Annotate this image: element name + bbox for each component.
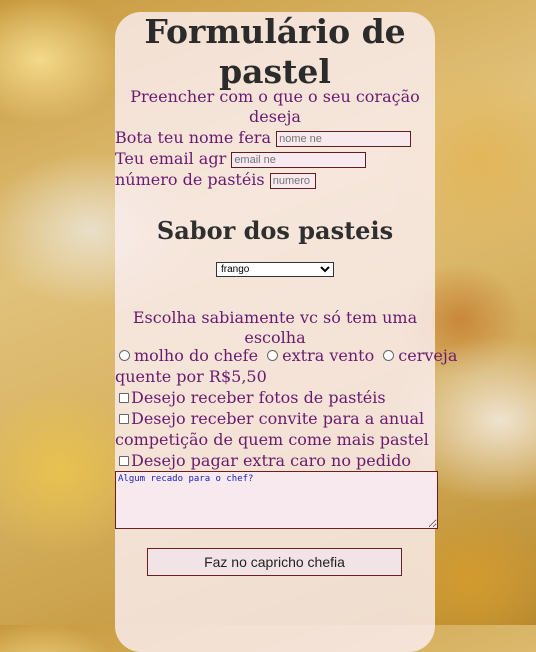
submit-button[interactable]: Faz no capricho chefia [147,548,402,576]
radio-label-1: molho do chefe [134,346,259,365]
count-row: número de pastéis [115,170,316,190]
name-input[interactable] [276,130,412,147]
email-row: Teu email agr [115,149,367,169]
checkbox-label-fotos: Desejo receber fotos de pastéis [131,388,386,407]
email-label: Teu email agr [115,149,227,168]
checkbox-convite[interactable] [119,413,129,424]
radio-label-3-continued: quente por R$5,50 [115,367,267,386]
checkbox-row-3: Desejo pagar extra caro no pedido [115,451,411,471]
checkbox-row-1: Desejo receber fotos de pastéis [115,388,386,408]
radio-extra-vento[interactable] [267,350,279,361]
form-subtitle: Preencher com o que o seu coração deseja [130,87,420,126]
radio-label-3: cerveja [398,346,458,365]
count-label: número de pastéis [115,170,265,189]
checkbox-row-2: Desejo receber convite para a anual [115,409,424,429]
pastel-count-input[interactable] [269,172,316,189]
sauce-radio-group: molho do chefe extra vento cerveja [115,346,457,366]
radio-label-2: extra vento [282,346,375,365]
checkbox-label-convite-continued: competição de quem come mais pastel [115,430,429,449]
checkbox-extra-caro[interactable] [119,455,129,466]
radio-cerveja[interactable] [383,350,395,361]
email-input[interactable] [231,151,367,168]
radio-molho-do-chefe[interactable] [119,350,130,361]
name-label: Bota teu nome fera [115,128,271,147]
message-textarea[interactable] [115,471,438,529]
page-title: Formulário de pastel [144,12,406,91]
checkbox-fotos[interactable] [119,392,129,403]
checkbox-row-2-continued: competição de quem come mais pastel [115,430,429,450]
flavor-select[interactable]: frango [216,262,334,277]
name-row: Bota teu nome fera [115,128,412,148]
choice-instruction: Escolha sabiamente vc só tem uma escolha [132,308,418,347]
flavor-heading: Sabor dos pasteis [156,216,394,245]
checkbox-label-extra-caro: Desejo pagar extra caro no pedido [131,451,411,470]
checkbox-label-convite: Desejo receber convite para a anual [131,409,425,428]
radio-suffix-row: quente por R$5,50 [115,367,267,387]
